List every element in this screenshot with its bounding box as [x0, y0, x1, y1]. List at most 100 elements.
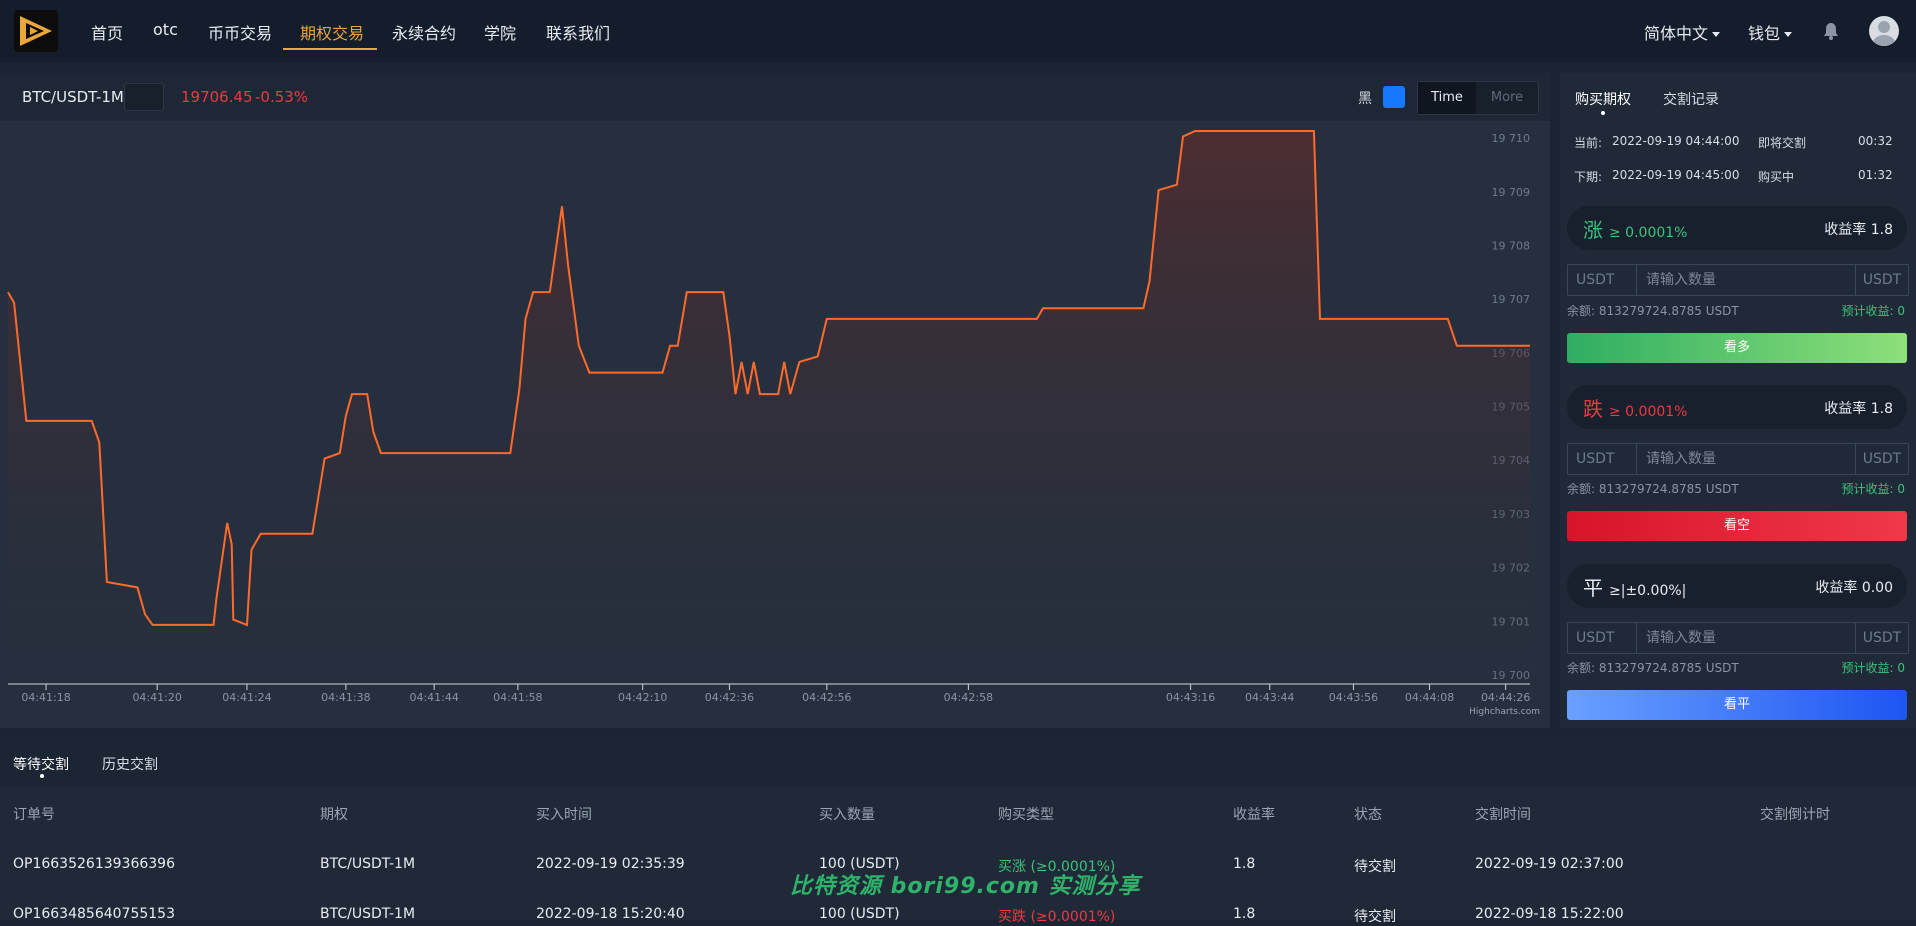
y-tick-label: 19 708 — [1492, 239, 1531, 252]
rise-yield-rate: 收益率 1.8 — [1824, 222, 1893, 238]
bell-icon[interactable] — [1823, 22, 1839, 40]
nav-item-contact[interactable]: 联系我们 — [546, 20, 610, 44]
chart-credit[interactable]: Highcharts.com — [1469, 707, 1540, 717]
symbol-switch-button[interactable] — [124, 83, 164, 111]
rise-threshold: ≥ 0.0001% — [1609, 225, 1688, 241]
fall-unit-label: USDT — [1855, 444, 1908, 474]
fall-balance: 余额: 813279724.8785 USDT — [1567, 482, 1739, 496]
next-period-time: 2022-09-19 04:45:00 — [1612, 168, 1740, 182]
flat-label: 平 — [1583, 576, 1603, 600]
buy-flat-button[interactable]: 看平 — [1567, 690, 1907, 720]
top-nav-bar: 首页 otc 币币交易 期权交易 永续合约 学院 联系我们 简体中文 钱包 — [0, 0, 1916, 62]
current-countdown: 00:32 — [1858, 134, 1893, 148]
flat-title: 平 ≥|±0.00%| — [1583, 572, 1686, 601]
x-tick-label: 04:42:10 — [618, 691, 667, 704]
next-status: 购买中 — [1758, 170, 1795, 184]
avatar[interactable] — [1869, 16, 1899, 46]
nav-item-perpetual[interactable]: 永续合约 — [392, 20, 456, 44]
nav-item-options[interactable]: 期权交易 — [300, 20, 364, 44]
fall-expected-profit: 预计收益: 0 — [1841, 482, 1906, 496]
rise-currency-select[interactable]: USDT — [1568, 265, 1637, 295]
col-amount: 买入数量 — [819, 807, 875, 823]
fall-currency-select[interactable]: USDT — [1568, 444, 1637, 474]
time-mode-button[interactable]: Time — [1418, 82, 1476, 114]
language-select[interactable]: 简体中文 — [1644, 20, 1721, 44]
order-type: 买跌 (≥0.0001%) — [998, 909, 1116, 925]
order-option: BTC/USDT-1M — [320, 856, 416, 872]
x-tick-label: 04:44:26 — [1481, 691, 1530, 704]
fall-amount-row: USDT USDT — [1567, 443, 1909, 475]
rise-title: 涨 ≥ 0.0001% — [1583, 214, 1693, 243]
buy-short-button[interactable]: 看空 — [1567, 511, 1907, 541]
last-price: 19706.45 — [181, 88, 253, 106]
price-change: -0.53% — [255, 88, 309, 106]
x-tick-label: 04:43:16 — [1166, 691, 1215, 704]
y-tick-label: 19 707 — [1492, 293, 1531, 306]
wallet-menu[interactable]: 钱包 — [1748, 20, 1793, 44]
fall-title: 跌 ≥ 0.0001% — [1583, 393, 1693, 422]
language-label: 简体中文 — [1644, 24, 1709, 43]
col-status: 状态 — [1354, 807, 1382, 823]
buy-long-button[interactable]: 看多 — [1567, 333, 1907, 363]
theme-label: 黑 — [1358, 91, 1372, 107]
chevron-down-icon — [1712, 32, 1721, 37]
flat-expected-profit: 预计收益: 0 — [1841, 661, 1906, 675]
x-tick-label: 04:41:44 — [409, 691, 458, 704]
col-countdown: 交割倒计时 — [1760, 807, 1830, 823]
flat-unit-label: USDT — [1855, 623, 1908, 653]
x-tick-label: 04:41:58 — [493, 691, 542, 704]
rise-balance: 余额: 813279724.8785 USDT — [1567, 304, 1739, 318]
chart-mode-switch: Time More — [1417, 81, 1539, 115]
more-mode-button[interactable]: More — [1476, 82, 1538, 114]
flat-currency-select[interactable]: USDT — [1568, 623, 1637, 653]
nav-item-spot[interactable]: 币币交易 — [208, 20, 272, 44]
order-status: 待交割 — [1354, 859, 1396, 875]
active-tab-dot — [40, 774, 44, 778]
next-countdown: 01:32 — [1858, 168, 1893, 182]
x-tick-label: 04:41:20 — [132, 691, 181, 704]
col-type: 购买类型 — [998, 807, 1054, 823]
nav-item-otc[interactable]: otc — [153, 20, 178, 39]
fall-label: 跌 — [1583, 397, 1603, 421]
current-period-time: 2022-09-19 04:44:00 — [1612, 134, 1740, 148]
logo[interactable] — [14, 10, 58, 52]
fall-yield-rate: 收益率 1.8 — [1824, 401, 1893, 417]
current-status: 即将交割 — [1758, 136, 1807, 150]
x-tick-label: 04:42:56 — [802, 691, 851, 704]
rise-amount-row: USDT USDT — [1567, 264, 1909, 296]
x-tick-label: 04:41:18 — [21, 691, 70, 704]
symbol-label: BTC/USDT-1M — [22, 88, 124, 106]
active-tab-dot — [1601, 111, 1605, 115]
chart-panel: BTC/USDT-1M 19706.45 -0.53% 黑 Time More … — [0, 73, 1550, 728]
tab-settlement-records[interactable]: 交割记录 — [1663, 89, 1719, 109]
flat-amount-row: USDT USDT — [1567, 622, 1909, 654]
order-status: 待交割 — [1354, 909, 1396, 925]
tab-pending-settlement[interactable]: 等待交割 — [13, 754, 69, 774]
x-tick-label: 04:44:08 — [1405, 691, 1454, 704]
current-label: 当前: — [1574, 136, 1603, 150]
tab-buy-option[interactable]: 购买期权 — [1575, 89, 1631, 109]
flat-amount-input[interactable] — [1638, 623, 1872, 653]
tab-history-settlement[interactable]: 历史交割 — [102, 754, 158, 774]
nav-item-academy[interactable]: 学院 — [484, 20, 516, 44]
fall-option-header: 跌 ≥ 0.0001% 收益率 1.8 — [1567, 385, 1907, 429]
chevron-down-icon — [1784, 32, 1793, 37]
x-tick-label: 04:43:56 — [1329, 691, 1378, 704]
flat-yield-rate: 收益率 0.00 — [1815, 580, 1893, 596]
theme-toggle[interactable] — [1383, 86, 1405, 108]
col-option: 期权 — [320, 807, 348, 823]
y-tick-label: 19 709 — [1492, 186, 1531, 199]
order-buy-time: 2022-09-19 02:35:39 — [536, 856, 685, 872]
col-buy-time: 买入时间 — [536, 807, 592, 823]
price-chart[interactable]: 19 70019 70119 70219 70319 70419 70519 7… — [0, 121, 1550, 728]
nav-item-home[interactable]: 首页 — [91, 20, 123, 44]
chart-header: BTC/USDT-1M 19706.45 -0.53% 黑 Time More — [0, 73, 1550, 121]
x-tick-label: 04:42:58 — [944, 691, 993, 704]
flat-threshold: ≥|±0.00%| — [1609, 583, 1687, 599]
rise-option-header: 涨 ≥ 0.0001% 收益率 1.8 — [1567, 206, 1907, 250]
x-tick-label: 04:41:24 — [222, 691, 271, 704]
rise-amount-input[interactable] — [1638, 265, 1872, 295]
fall-amount-input[interactable] — [1638, 444, 1872, 474]
order-id: OP1663526139366396 — [13, 856, 175, 872]
y-tick-label: 19 710 — [1492, 132, 1531, 145]
